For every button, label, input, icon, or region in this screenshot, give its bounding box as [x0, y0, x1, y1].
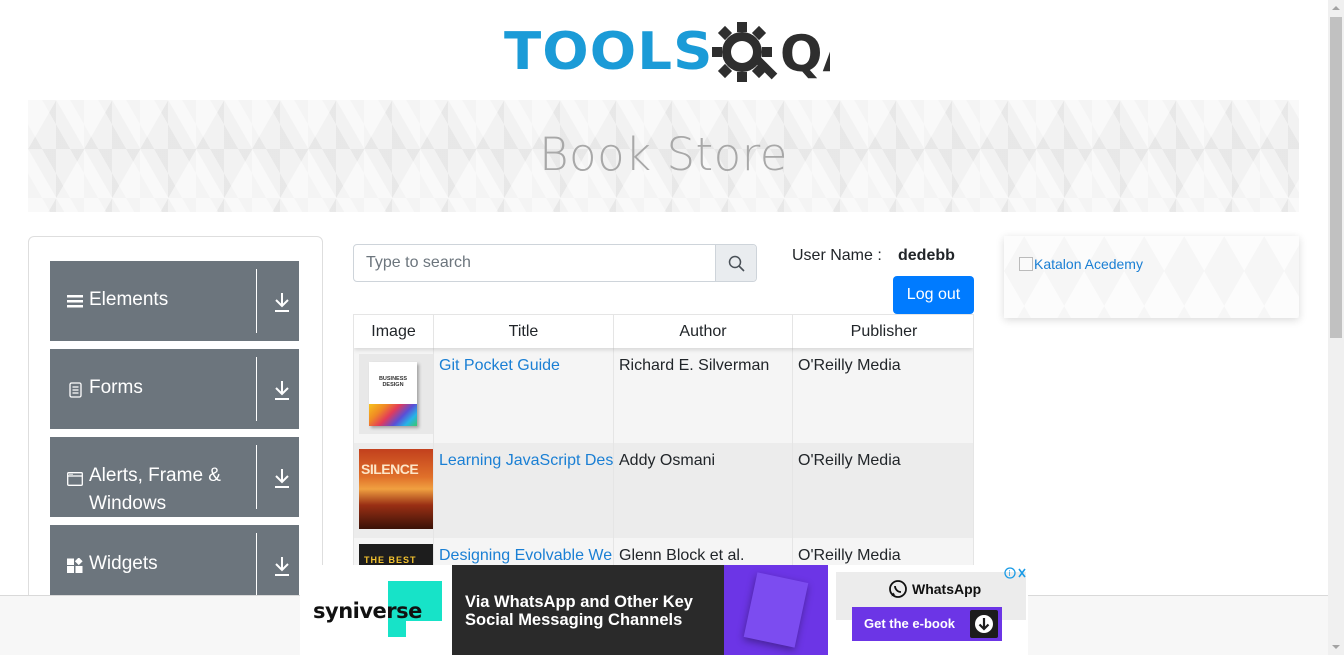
book-cover-image: BUSINESS DESIGN [359, 354, 433, 434]
book-title-link[interactable]: Designing Evolvable Web APIs with ASP.NE… [439, 547, 613, 564]
svg-text:i: i [1009, 569, 1011, 578]
document-icon [69, 382, 82, 398]
sidebar-group-label: Widgets [89, 553, 158, 574]
cta-label: Get the e-book [864, 616, 956, 631]
cta-arrow [970, 610, 998, 638]
cell-image: SILENCE [354, 443, 434, 538]
scroll-up-icon[interactable] [1328, 0, 1344, 16]
cover-page: BUSINESS DESIGN [369, 362, 417, 426]
download-arrow-icon[interactable] [272, 467, 292, 489]
gear-icon: QA [712, 22, 830, 83]
whatsapp-icon [889, 580, 907, 598]
username-value: dedebb [898, 247, 955, 264]
whatsapp-label: WhatsApp [912, 581, 982, 597]
hamburger-icon [67, 295, 83, 308]
cover-title: BUSINESS DESIGN [378, 376, 408, 388]
cell-image: BUSINESS DESIGN [354, 348, 434, 443]
sidebar-group-label: Elements [89, 289, 169, 310]
sidebar-group-forms[interactable]: Forms [50, 349, 299, 429]
books-table: Image Title Author Publisher BUSINESS DE… [353, 314, 974, 574]
cell-title: Git Pocket Guide [434, 348, 614, 443]
cell-publisher: O'Reilly Media [798, 357, 901, 374]
sidebar-group-widgets[interactable]: Widgets [50, 525, 299, 605]
cell-publisher: O'Reilly Media [798, 452, 901, 469]
download-circle-icon [975, 615, 993, 633]
page-banner: Book Store [28, 100, 1299, 212]
search-button[interactable] [715, 245, 756, 281]
sidebar-group-elements[interactable]: Elements [50, 261, 299, 341]
ad-brand-panel: syniverse [300, 565, 452, 655]
cover-title: SILENCE [361, 461, 419, 477]
column-header-publisher[interactable]: Publisher [793, 315, 973, 348]
brand-accent-block [388, 621, 406, 637]
cover-art [369, 404, 417, 426]
ad-brand-name: syniverse [313, 599, 422, 623]
separator [256, 533, 257, 597]
logout-button[interactable]: Log out [893, 276, 974, 314]
scroll-down-icon[interactable] [1328, 639, 1344, 655]
sidebar-group-label: Alerts, Frame & Windows [89, 465, 221, 514]
ad-headline: Via WhatsApp and Other Key Social Messag… [465, 593, 693, 629]
download-arrow-icon[interactable] [272, 291, 292, 313]
ad-alt-text: Katalon Acedemy [1034, 256, 1143, 272]
ebook-cover [743, 572, 809, 648]
scrollbar-thumb[interactable] [1330, 17, 1342, 338]
broken-image-link[interactable]: Katalon Acedemy [1019, 256, 1143, 272]
ad-book-visual [724, 565, 828, 655]
download-arrow-icon[interactable] [272, 379, 292, 401]
search-icon [728, 255, 745, 272]
column-header-title[interactable]: Title [434, 315, 614, 348]
book-title-link[interactable]: Git Pocket Guide [439, 357, 560, 374]
table-header: Image Title Author Publisher [354, 315, 973, 348]
adchoices-icon[interactable]: i [1004, 565, 1028, 581]
ad-headline-panel: Via WhatsApp and Other Key Social Messag… [452, 565, 828, 655]
sidebar-group-label: Forms [89, 377, 143, 398]
username-label: User Name : [792, 247, 882, 264]
separator [256, 357, 257, 421]
sidebar-group-alerts[interactable]: Alerts, Frame & Windows [50, 437, 299, 517]
bottom-ad-banner[interactable]: syniverse Via WhatsApp and Other Key Soc… [300, 565, 1028, 655]
sidebar: Elements Forms Alerts, Frame & Windows W… [28, 236, 323, 616]
separator [256, 445, 257, 509]
cell-author: Addy Osmani [614, 443, 793, 538]
cell-author: Richard E. Silverman [614, 348, 793, 443]
download-arrow-icon[interactable] [272, 555, 292, 577]
toolsqa-logo[interactable]: TOOLS QA [504, 14, 830, 92]
table-row: SILENCE Learning JavaScript Design Patte… [354, 443, 973, 538]
widgets-icon [67, 558, 83, 573]
table-row: BUSINESS DESIGN Git Pocket Guide Richard… [354, 348, 973, 443]
search-box [353, 244, 757, 282]
side-ad[interactable]: Katalon Acedemy [1004, 236, 1299, 318]
separator [256, 269, 257, 333]
book-title-link[interactable]: Learning JavaScript Design Patterns [439, 452, 613, 469]
search-input[interactable] [354, 245, 716, 281]
broken-image-icon [1019, 257, 1033, 271]
column-header-image[interactable]: Image [354, 315, 434, 348]
logo-suffix: QA [780, 25, 830, 83]
get-ebook-button[interactable]: Get the e-book [852, 607, 1002, 641]
logo-text: TOOLS [504, 22, 714, 82]
cell-title: Learning JavaScript Design Patterns [434, 443, 614, 538]
page-title: Book Store [539, 128, 788, 181]
book-cover-image: SILENCE [359, 449, 433, 529]
vertical-scrollbar[interactable] [1328, 0, 1344, 655]
window-icon [67, 472, 83, 486]
page: TOOLS QA Book Store [0, 0, 1344, 655]
column-header-author[interactable]: Author [614, 315, 793, 348]
